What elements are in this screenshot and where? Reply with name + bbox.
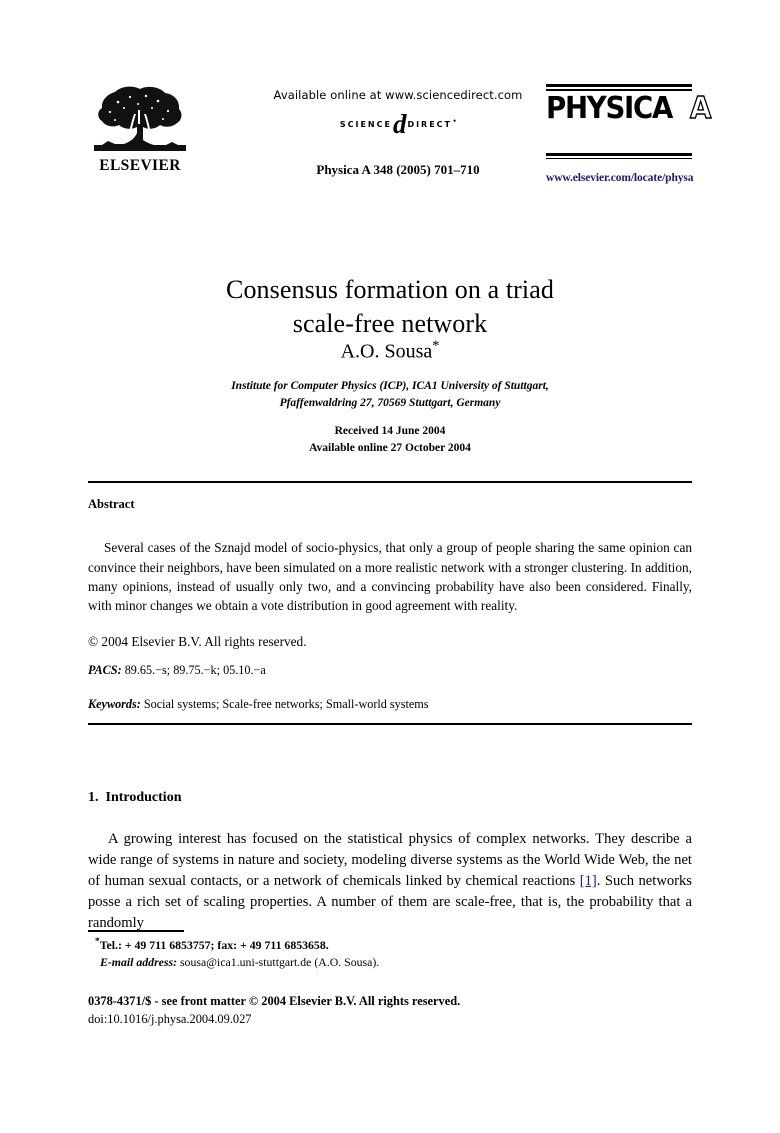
abstract-copyright: © 2004 Elsevier B.V. All rights reserved… xyxy=(88,634,307,649)
physica-word-main: PHYSICA xyxy=(546,90,673,126)
author-affiliation: Institute for Computer Physics (ICP), IC… xyxy=(88,378,692,411)
received-date: Received 14 June 2004 xyxy=(334,425,446,437)
section-number: 1. xyxy=(88,789,99,805)
available-online-text: Available online at www.sciencedirect.co… xyxy=(273,88,523,102)
doi-line: doi:10.1016/j.physa.2004.09.027 xyxy=(88,1011,252,1026)
sciencedirect-word-science: SCIENCE xyxy=(339,117,392,131)
elsevier-wordmark: ELSEVIER xyxy=(99,157,181,174)
footnote-email-line: E-mail address: sousa@ica1.uni-stuttgart… xyxy=(88,954,692,971)
sciencedirect-at-icon: d xyxy=(392,109,407,139)
elsevier-logo: ELSEVIER xyxy=(88,84,192,184)
physica-a-logo: PHYSICA A www.elsevier.com/locate/physa xyxy=(546,84,712,184)
physica-rule-bottom xyxy=(546,152,692,159)
pacs-value: 89.65.−s; 89.75.−k; 05.10.−a xyxy=(124,663,266,677)
elsevier-tree-icon xyxy=(94,86,186,151)
author-footnote-marker[interactable]: * xyxy=(432,338,439,354)
journal-header: ELSEVIER Available online at www.science… xyxy=(88,84,712,209)
abstract-heading: Abstract xyxy=(88,497,135,511)
footnote-tel-fax: Tel.: + 49 711 6853757; fax: + 49 711 68… xyxy=(99,937,329,952)
front-matter-line: 0378-4371/$ - see front matter © 2004 El… xyxy=(88,994,461,1008)
sciencedirect-block: Available online at www.sciencedirect.co… xyxy=(238,88,558,139)
author-name-text: A.O. Sousa xyxy=(340,340,433,363)
author-name: A.O. Sousa* xyxy=(88,338,692,364)
footnote-email-label: E-mail address: xyxy=(100,955,178,970)
section-heading-introduction: 1. Introduction xyxy=(88,790,181,806)
footnote-email-value[interactable]: sousa@ica1.uni-stuttgart.de (A.O. Sousa)… xyxy=(180,955,379,969)
paper-title-line2: scale-free network xyxy=(292,308,488,338)
abstract-text: Several cases of the Sznajd model of soc… xyxy=(88,540,692,613)
introduction-paragraph: A growing interest has focused on the st… xyxy=(88,829,692,935)
sciencedirect-word-direct: DIRECT xyxy=(407,117,453,131)
keywords-line: Keywords: Social systems; Scale-free net… xyxy=(88,697,692,712)
footnote-block: *Tel.: + 49 711 6853757; fax: + 49 711 6… xyxy=(88,936,692,972)
available-online-date: Available online 27 October 2004 xyxy=(309,441,471,454)
affiliation-line2: Pfaffenwaldring 27, 70569 Stuttgart, Ger… xyxy=(279,396,501,409)
physica-word-letter-a: A xyxy=(689,90,712,126)
footnote-separator-rule xyxy=(88,930,184,932)
sciencedirect-star-icon: • xyxy=(453,115,457,126)
paper-title: Consensus formation on a triad scale-fre… xyxy=(88,273,692,340)
paper-title-line1: Consensus formation on a triad xyxy=(226,275,554,305)
section-title: Introduction xyxy=(105,789,182,805)
abstract-top-rule xyxy=(88,481,692,484)
pacs-label: PACS: xyxy=(88,663,122,677)
paper-page: ELSEVIER Available online at www.science… xyxy=(0,0,780,1133)
footnote-contact-line: *Tel.: + 49 711 6853757; fax: + 49 711 6… xyxy=(88,936,692,954)
keywords-value: Social systems; Scale-free networks; Sma… xyxy=(143,697,429,711)
pacs-line: PACS: 89.65.−s; 89.75.−k; 05.10.−a xyxy=(88,663,692,678)
journal-citation: Physica A 348 (2005) 701–710 xyxy=(316,162,480,177)
page-footer: 0378-4371/$ - see front matter © 2004 El… xyxy=(88,993,692,1028)
affiliation-line1: Institute for Computer Physics (ICP), IC… xyxy=(231,380,549,392)
sciencedirect-logo: SCIENCE d DIRECT • xyxy=(238,109,558,139)
citation-link-1[interactable]: [1] xyxy=(580,873,597,889)
physica-wordmark: PHYSICA A xyxy=(546,90,712,142)
journal-url-link[interactable]: www.elsevier.com/locate/physa xyxy=(546,172,694,184)
publication-dates: Received 14 June 2004 Available online 2… xyxy=(88,423,692,456)
keywords-label: Keywords: xyxy=(88,697,141,711)
abstract-bottom-rule xyxy=(88,723,692,726)
